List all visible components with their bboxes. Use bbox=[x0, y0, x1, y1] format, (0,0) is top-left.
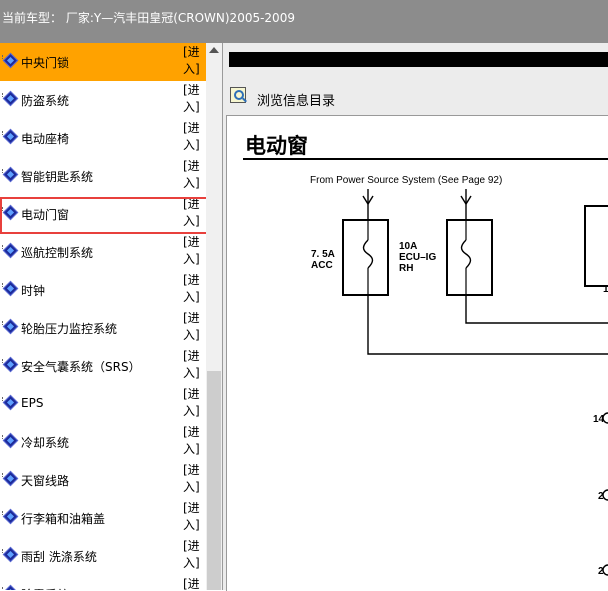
title-bar: 当前车型： 厂家:Y—汽丰田皇冠(CROWN)2005-2009 bbox=[0, 0, 608, 43]
scroll-up-arrow-icon[interactable] bbox=[209, 47, 219, 53]
fuse-acc-amp-label: 7. 5A bbox=[311, 249, 335, 260]
diamond-bullet-icon bbox=[2, 204, 19, 221]
sidebar-item[interactable]: 电动座椅 [进入] bbox=[0, 119, 206, 157]
sidebar-item-label[interactable]: 电动座椅 bbox=[21, 130, 69, 147]
sidebar-item[interactable]: 轮胎压力监控系统 [进入] bbox=[0, 309, 206, 347]
enter-link[interactable]: [进入] bbox=[183, 234, 203, 268]
sidebar-item[interactable]: EPS [进入] bbox=[0, 385, 206, 423]
sidebar-item-label[interactable]: 防盗系统 bbox=[21, 92, 69, 109]
sidebar-item-label[interactable]: 电动门窗 bbox=[21, 206, 69, 223]
sidebar-item-label[interactable]: 智能钥匙系统 bbox=[21, 168, 93, 185]
system-list-panel: 中央门锁 [进入] 防盗系统 [进入] 电动座椅 [进入] 智能钥匙系统 [进入] 电动门窗 [进… bbox=[0, 43, 223, 590]
sidebar-item[interactable]: 冷却系统 [进入] bbox=[0, 423, 206, 461]
tree-line bbox=[2, 207, 7, 211]
sidebar-item[interactable]: 防盗系统 [进入] bbox=[0, 81, 206, 119]
sidebar-item[interactable]: 巡航控制系统 [进入] bbox=[0, 233, 206, 271]
title-rule bbox=[243, 158, 608, 160]
enter-link[interactable]: [进入] bbox=[183, 82, 203, 116]
sidebar-item-label[interactable]: 冷却系统 bbox=[21, 434, 69, 451]
sidebar-item[interactable]: 时钟 [进入] bbox=[0, 271, 206, 309]
sidebar-item[interactable]: 电动门窗 [进入] bbox=[0, 195, 210, 234]
enter-link[interactable]: [进入] bbox=[183, 196, 203, 230]
sidebar-item[interactable]: 天窗线路 [进入] bbox=[0, 461, 206, 499]
sidebar-item-label[interactable]: 行李箱和油箱盖 bbox=[21, 510, 105, 527]
enter-link[interactable]: [进入] bbox=[183, 500, 203, 534]
enter-link[interactable]: [进入] bbox=[183, 272, 203, 306]
fuse-ecu-rh-label: RH bbox=[399, 263, 413, 274]
fuse-acc-name-label: ACC bbox=[311, 260, 333, 271]
scrollbar-thumb[interactable] bbox=[207, 371, 221, 590]
pin-2b-connector bbox=[602, 564, 608, 576]
viewer-header-bar bbox=[229, 52, 608, 67]
enter-link[interactable]: [进入] bbox=[183, 424, 203, 458]
sidebar-item[interactable]: 智能钥匙系统 [进入] bbox=[0, 157, 206, 195]
browse-catalog-button[interactable]: 浏览信息目录 bbox=[257, 90, 335, 109]
sidebar-item[interactable]: 雨刮 洗涤系统 [进入] bbox=[0, 537, 206, 575]
sidebar-item-label[interactable]: 轮胎压力监控系统 bbox=[21, 320, 117, 337]
wire-ecu-ig bbox=[465, 295, 608, 324]
enter-link[interactable]: [进入] bbox=[183, 310, 203, 344]
sidebar-item-label[interactable]: 巡航控制系统 bbox=[21, 244, 93, 261]
enter-link[interactable]: [进入] bbox=[183, 158, 203, 192]
power-source-text: From Power Source System (See Page 92) bbox=[310, 175, 502, 186]
sidebar-item[interactable]: 安全气囊系统（SRS） [进入] bbox=[0, 347, 206, 385]
pin-2a-connector bbox=[602, 489, 608, 501]
current-vehicle-title: 当前车型： 厂家:Y—汽丰田皇冠(CROWN)2005-2009 bbox=[2, 11, 295, 25]
viewer-toolbar: 浏览信息目录 bbox=[223, 81, 608, 111]
enter-link[interactable]: [进入] bbox=[183, 462, 203, 496]
sidebar-item-label[interactable]: 雨刮 洗涤系统 bbox=[21, 548, 97, 565]
enter-link[interactable]: [进入] bbox=[183, 576, 203, 590]
fuse-ecu-symbol-icon bbox=[460, 239, 472, 269]
document-viewer: 浏览信息目录 From Power Source System (See Pag… bbox=[223, 43, 608, 591]
enter-link[interactable]: [进入] bbox=[183, 538, 203, 572]
enter-link[interactable]: [进入] bbox=[183, 120, 203, 154]
fuse-box-acc bbox=[342, 219, 389, 296]
sidebar-item[interactable]: 中央门锁 [进入] bbox=[0, 43, 206, 81]
enter-link[interactable]: [进入] bbox=[183, 386, 203, 420]
partial-pin-label: 1 bbox=[603, 284, 608, 295]
sidebar-item-label[interactable]: 除雾系统 bbox=[21, 586, 69, 590]
sidebar-scrollbar[interactable] bbox=[206, 43, 222, 590]
sidebar-item[interactable]: 除雾系统 [进入] bbox=[0, 575, 206, 590]
fuse-ecu-name-label: ECU–IG bbox=[399, 252, 436, 263]
sidebar-item-label[interactable]: 安全气囊系统（SRS） bbox=[21, 358, 141, 375]
wire-acc bbox=[367, 295, 608, 355]
enter-link[interactable]: [进入] bbox=[183, 44, 203, 78]
wiring-diagram-page: From Power Source System (See Page 92) 7… bbox=[226, 115, 608, 591]
wiring-diagram: From Power Source System (See Page 92) 7… bbox=[310, 175, 608, 577]
sidebar-item[interactable]: 行李箱和油箱盖 [进入] bbox=[0, 499, 206, 537]
fuse-ecu-amp-label: 10A bbox=[399, 241, 417, 252]
power-window-relay-box bbox=[584, 205, 608, 287]
enter-link[interactable]: [进入] bbox=[183, 348, 203, 382]
sidebar-item-label[interactable]: EPS bbox=[21, 396, 43, 410]
sidebar-item-label[interactable]: 天窗线路 bbox=[21, 472, 69, 489]
doc-title: 电动窗 bbox=[245, 134, 308, 158]
sidebar-item-label[interactable]: 时钟 bbox=[21, 282, 45, 299]
browse-catalog-icon[interactable] bbox=[230, 87, 246, 103]
fuse-acc-symbol-icon bbox=[362, 239, 374, 269]
sidebar-item-label[interactable]: 中央门锁 bbox=[21, 54, 69, 71]
